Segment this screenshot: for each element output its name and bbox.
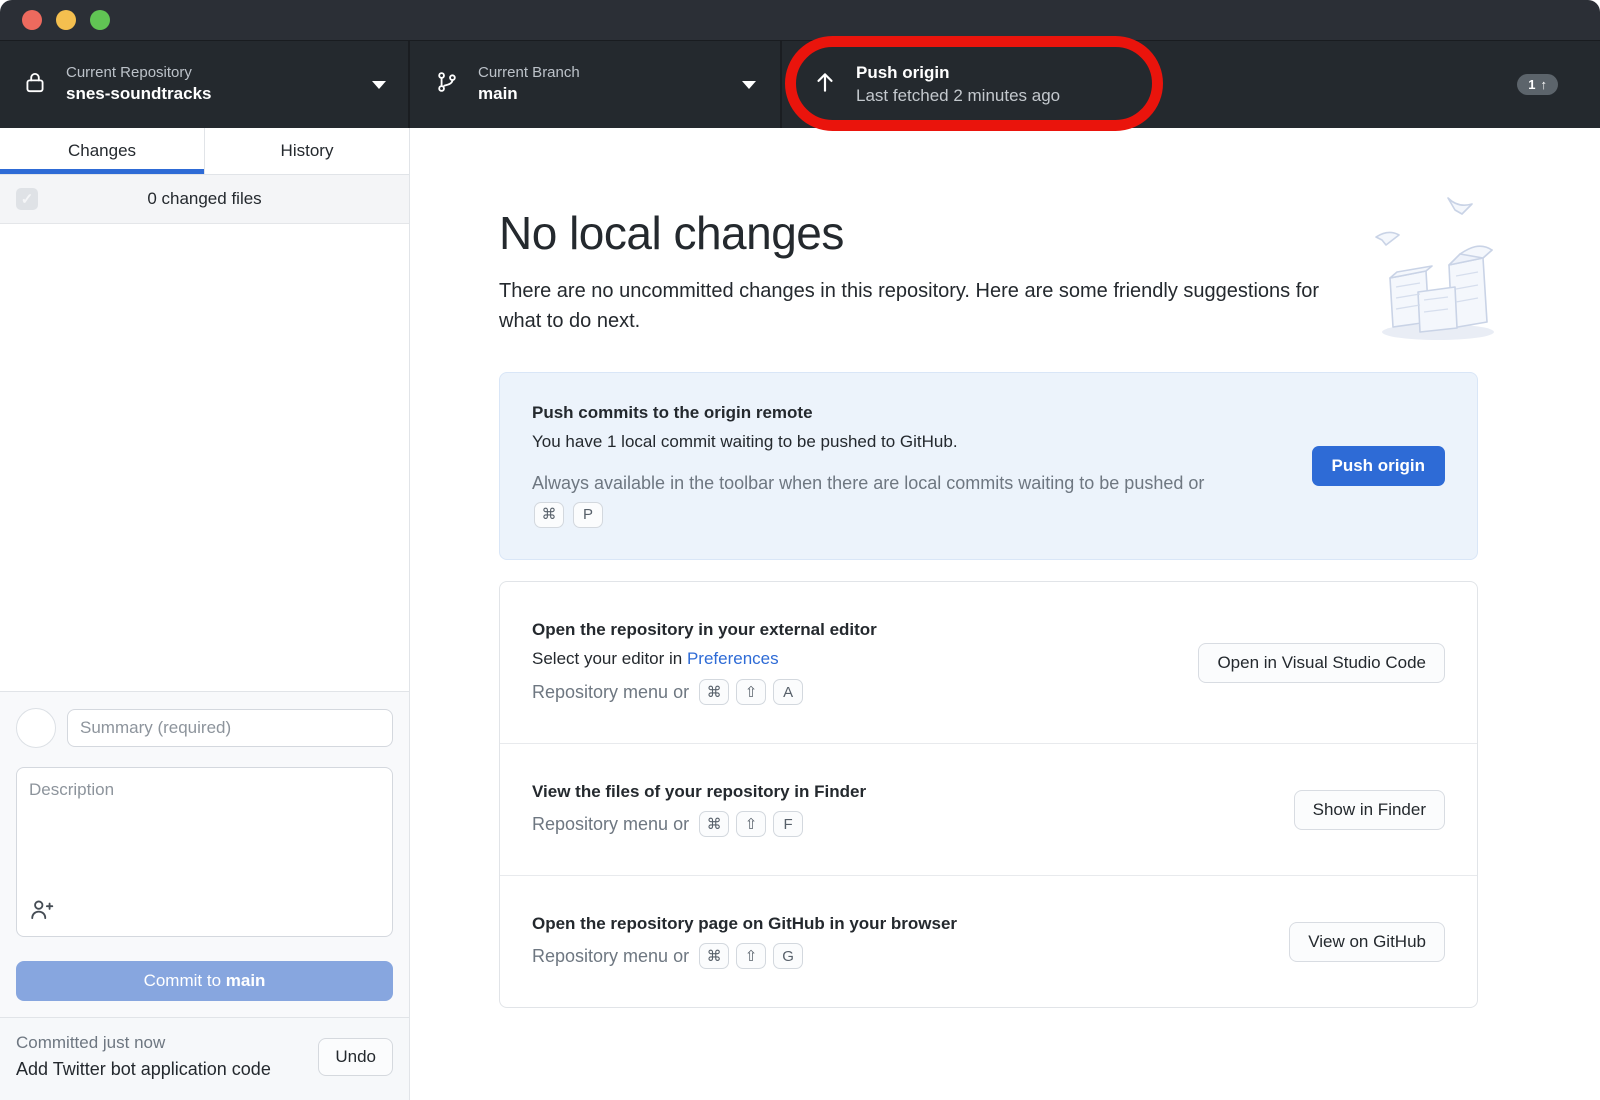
- suggestion-shortcut: Repository menu or⌘⇧G: [532, 943, 957, 969]
- push-origin-toolbar-button[interactable]: Push origin Last fetched 2 minutes ago 1…: [782, 41, 1600, 128]
- tab-changes[interactable]: Changes: [0, 128, 204, 174]
- view-on-github-button[interactable]: View on GitHub: [1289, 922, 1445, 962]
- kbd-cmd: ⌘: [699, 811, 729, 837]
- commit-message-text: Add Twitter bot application code: [16, 1056, 318, 1082]
- commit-summary-input[interactable]: [67, 709, 393, 747]
- preferences-link[interactable]: Preferences: [687, 649, 779, 668]
- undo-button[interactable]: Undo: [318, 1038, 393, 1076]
- kbd-a: A: [773, 679, 803, 705]
- push-card-hint: Always available in the toolbar when the…: [532, 468, 1222, 529]
- last-fetched-text: Last fetched 2 minutes ago: [856, 85, 1497, 108]
- main-content: No local changes There are no uncommitte…: [411, 128, 1600, 1100]
- current-branch-label: Current Branch: [478, 63, 730, 83]
- commit-description-input[interactable]: [16, 767, 393, 937]
- kbd-cmd: ⌘: [699, 679, 729, 705]
- push-card-line: You have 1 local commit waiting to be pu…: [532, 432, 1232, 452]
- sidebar: Changes History ✓ 0 changed files: [0, 128, 410, 1100]
- push-origin-button[interactable]: Push origin: [1312, 446, 1446, 486]
- suggestion-show-finder: View the files of your repository in Fin…: [500, 743, 1477, 875]
- current-repository-name: snes-soundtracks: [66, 83, 360, 106]
- suggestion-title: Open the repository in your external edi…: [532, 620, 877, 640]
- avatar: [16, 708, 56, 748]
- current-branch-dropdown[interactable]: Current Branch main: [410, 41, 782, 128]
- chevron-down-icon: [372, 81, 386, 89]
- changed-files-count: 0 changed files: [147, 189, 261, 209]
- show-in-finder-button[interactable]: Show in Finder: [1294, 790, 1445, 830]
- select-all-checkbox[interactable]: ✓: [16, 188, 38, 210]
- push-commits-card: Push commits to the origin remote You ha…: [499, 372, 1478, 560]
- kbd-g: G: [773, 943, 803, 969]
- arrow-up-icon: ↑: [1541, 77, 1548, 92]
- suggestion-shortcut: Repository menu or⌘⇧F: [532, 811, 866, 837]
- titlebar: [0, 0, 1600, 41]
- toolbar: Current Repository snes-soundtracks Curr…: [0, 41, 1600, 128]
- commit-status-text: Committed just now: [16, 1031, 318, 1056]
- suggestions-card: Open the repository in your external edi…: [499, 581, 1478, 1008]
- suggestion-open-editor: Open the repository in your external edi…: [500, 582, 1477, 743]
- tab-history[interactable]: History: [204, 128, 409, 174]
- app-window: Current Repository snes-soundtracks Curr…: [0, 0, 1600, 1100]
- suggestion-view-github: Open the repository page on GitHub in yo…: [500, 875, 1477, 1007]
- zoom-window-button[interactable]: [90, 10, 110, 30]
- open-in-editor-button[interactable]: Open in Visual Studio Code: [1198, 643, 1445, 683]
- current-branch-name: main: [478, 83, 730, 106]
- add-co-author-icon[interactable]: [29, 897, 55, 928]
- last-commit-bar: Committed just now Add Twitter bot appli…: [0, 1017, 409, 1100]
- ahead-count-badge: 1 ↑: [1517, 74, 1558, 95]
- page-title: No local changes: [499, 206, 1478, 260]
- close-window-button[interactable]: [22, 10, 42, 30]
- kbd-p: P: [573, 502, 603, 528]
- suggestion-title: Open the repository page on GitHub in yo…: [532, 914, 957, 934]
- push-origin-title: Push origin: [856, 62, 1497, 85]
- changes-list-empty: [0, 224, 409, 691]
- suggestion-shortcut: Repository menu or⌘⇧A: [532, 679, 877, 705]
- changed-files-header: ✓ 0 changed files: [0, 175, 409, 224]
- kbd-shift: ⇧: [736, 943, 766, 969]
- git-branch-icon: [434, 69, 460, 100]
- arrow-up-icon: [812, 69, 838, 100]
- current-repository-label: Current Repository: [66, 63, 360, 83]
- kbd-shift: ⇧: [736, 811, 766, 837]
- minimize-window-button[interactable]: [56, 10, 76, 30]
- current-repository-dropdown[interactable]: Current Repository snes-soundtracks: [0, 41, 410, 128]
- sidebar-tabs: Changes History: [0, 128, 409, 175]
- kbd-cmd: ⌘: [699, 943, 729, 969]
- kbd-shift: ⇧: [736, 679, 766, 705]
- page-subtitle: There are no uncommitted changes in this…: [499, 276, 1334, 336]
- suggestion-title: View the files of your repository in Fin…: [532, 782, 866, 802]
- check-icon: ✓: [21, 190, 34, 208]
- commit-form: Commit to main: [0, 691, 409, 1017]
- push-card-title: Push commits to the origin remote: [532, 403, 1232, 423]
- chevron-down-icon: [742, 81, 756, 89]
- commit-button[interactable]: Commit to main: [16, 961, 393, 1001]
- kbd-cmd: ⌘: [534, 502, 564, 528]
- suggestion-desc: Select your editor in Preferences: [532, 649, 877, 669]
- kbd-f: F: [773, 811, 803, 837]
- lock-icon: [22, 69, 48, 100]
